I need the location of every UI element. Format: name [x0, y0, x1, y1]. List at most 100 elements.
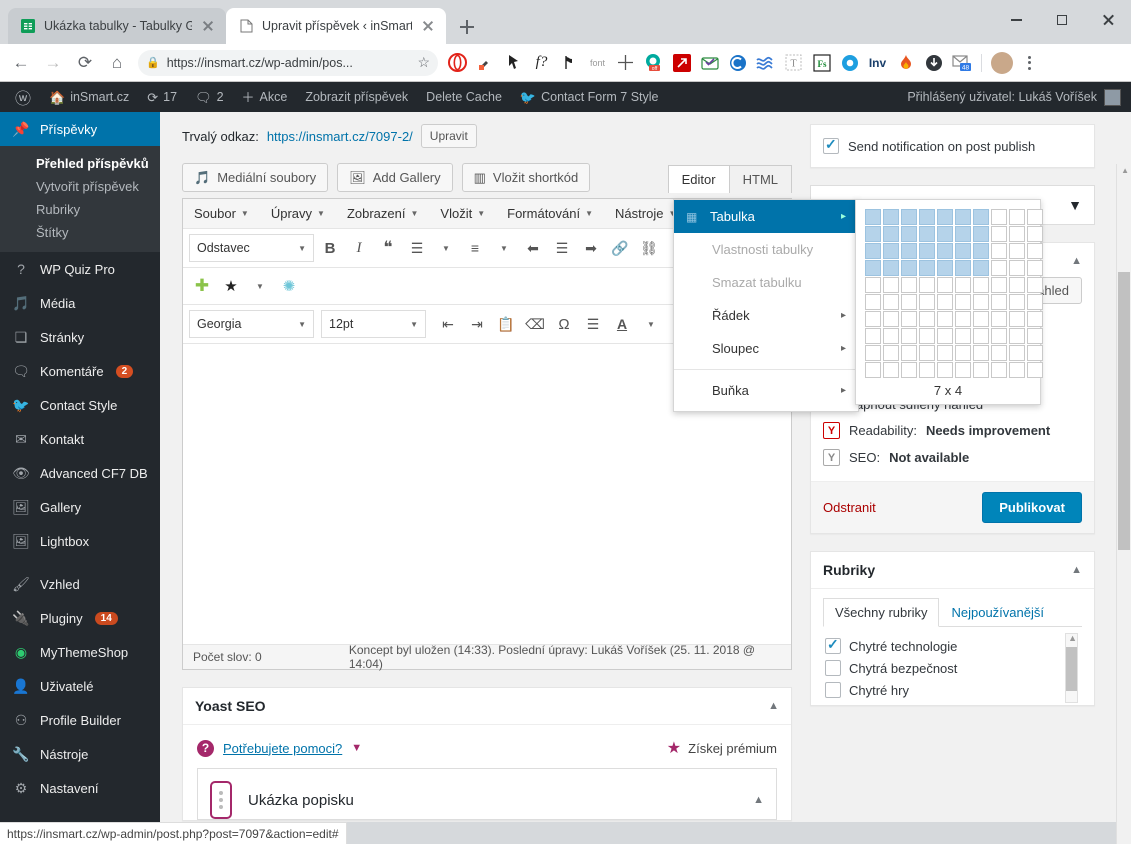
grid-cell[interactable] — [883, 362, 899, 378]
submenu-item-prehled[interactable]: Přehled příspěvků — [0, 152, 160, 175]
grid-cell[interactable] — [1027, 311, 1043, 327]
envelope-badge-icon[interactable]: 48 — [948, 49, 975, 76]
sidebar-item-gallery[interactable]: 🖼 Gallery — [0, 490, 160, 524]
tab-html-editor[interactable]: HTML — [729, 165, 792, 193]
mail-check-icon[interactable] — [696, 49, 723, 76]
maximize-button[interactable] — [1039, 0, 1085, 40]
grid-cell[interactable] — [955, 226, 971, 242]
grid-cell[interactable] — [865, 311, 881, 327]
grid-cell[interactable] — [865, 294, 881, 310]
align-right-button[interactable]: ➡ — [578, 235, 604, 261]
ghostery-off-icon[interactable]: off — [640, 49, 667, 76]
eyedropper-icon[interactable] — [472, 49, 499, 76]
font-icon[interactable]: font — [584, 49, 611, 76]
paste-as-text-button[interactable]: 📋 — [493, 311, 519, 337]
font-family-select[interactable]: Georgia▼ — [189, 310, 314, 338]
inv-icon[interactable]: Inv — [864, 49, 891, 76]
grid-cell[interactable] — [865, 226, 881, 242]
grid-cell[interactable] — [1027, 277, 1043, 293]
submenu-item-vytvorit[interactable]: Vytvořit příspěvek — [0, 175, 160, 198]
categories-header[interactable]: Rubriky ▲ — [811, 552, 1094, 589]
grid-cell[interactable] — [937, 260, 953, 276]
category-checkbox[interactable] — [825, 682, 841, 698]
grid-cell[interactable] — [1027, 328, 1043, 344]
insert-link-button[interactable]: 🔗 — [607, 235, 633, 261]
grid-cell[interactable] — [991, 345, 1007, 361]
close-icon[interactable] — [200, 18, 216, 34]
f-question-icon[interactable]: f? — [528, 49, 555, 76]
grid-cell[interactable] — [919, 277, 935, 293]
grid-cell[interactable] — [883, 277, 899, 293]
horizontal-line-button[interactable]: ☰ — [580, 311, 606, 337]
grid-cell[interactable] — [991, 311, 1007, 327]
wp-logo-item[interactable]: ⓦ — [6, 82, 40, 112]
sidebar-item-komentare[interactable]: 🗨 Komentáře 2 — [0, 354, 160, 388]
chevron-up-icon[interactable]: ▲ — [753, 794, 764, 806]
sidebar-item-prispevky[interactable]: 📌 Příspěvky — [0, 112, 160, 146]
remove-link-button[interactable]: ⛓ — [636, 235, 662, 261]
decrease-indent-button[interactable]: ⇤ — [435, 311, 461, 337]
grid-cell[interactable] — [865, 260, 881, 276]
grid-cell[interactable] — [901, 209, 917, 225]
opera-icon[interactable] — [444, 49, 471, 76]
grid-cell[interactable] — [937, 311, 953, 327]
grid-cell[interactable] — [1009, 328, 1025, 344]
italic-button[interactable]: I — [346, 235, 372, 261]
arrow-icon[interactable] — [668, 49, 695, 76]
category-item[interactable]: Chytré technologie — [825, 635, 1082, 657]
delete-link[interactable]: Odstranit — [823, 500, 876, 515]
tab-nejpouzivanejsi[interactable]: Nejpoužívanější — [939, 598, 1056, 627]
numbered-list-button[interactable]: ≡ — [462, 235, 488, 261]
publish-button[interactable]: Publikovat — [982, 492, 1082, 523]
grid-cell[interactable] — [991, 328, 1007, 344]
submenu-item-rubriky[interactable]: Rubriky — [0, 198, 160, 221]
grid-cell[interactable] — [955, 243, 971, 259]
c-circle-icon[interactable] — [724, 49, 751, 76]
grid-cell[interactable] — [883, 345, 899, 361]
grid-cell[interactable] — [1027, 362, 1043, 378]
format-select[interactable]: Odstavec▼ — [189, 234, 314, 262]
grid-cell[interactable] — [937, 277, 953, 293]
grid-cell[interactable] — [1027, 209, 1043, 225]
grid-cell[interactable] — [937, 243, 953, 259]
bold-button[interactable]: B — [317, 235, 343, 261]
contact-form-item[interactable]: 🐦 Contact Form 7 Style — [511, 82, 668, 112]
sidebar-item-advanced-cf7-db[interactable]: 👁 Advanced CF7 DB — [0, 456, 160, 490]
grid-cell[interactable] — [919, 209, 935, 225]
page-scroll-thumb[interactable] — [1118, 272, 1130, 550]
view-post-item[interactable]: Zobrazit příspěvek — [296, 82, 417, 112]
grid-cell[interactable] — [883, 243, 899, 259]
chevron-up-icon[interactable]: ▲ — [768, 700, 779, 712]
grid-cell[interactable] — [973, 328, 989, 344]
new-tab-button[interactable] — [450, 10, 484, 44]
chevron-up-icon[interactable]: ▲ — [1071, 564, 1082, 576]
grid-cell[interactable] — [973, 294, 989, 310]
t-icon[interactable]: T — [780, 49, 807, 76]
bookmark-star-icon[interactable]: ☆ — [417, 54, 430, 71]
grid-cell[interactable] — [973, 243, 989, 259]
grid-cell[interactable] — [919, 243, 935, 259]
send-notification-checkbox[interactable] — [823, 138, 839, 154]
cursor-icon[interactable] — [500, 49, 527, 76]
grid-cell[interactable] — [919, 294, 935, 310]
sidebar-item-nastaveni[interactable]: ⚙ Nastavení — [0, 771, 160, 805]
special-character-button[interactable]: Ω — [551, 311, 577, 337]
grid-cell[interactable] — [901, 294, 917, 310]
menu-item-sloupec[interactable]: Sloupec ▸ — [674, 332, 858, 365]
sidebar-item-pluginy[interactable]: 🔌 Pluginy 14 — [0, 601, 160, 635]
grid-cell[interactable] — [937, 362, 953, 378]
blue-eye-icon[interactable] — [836, 49, 863, 76]
sidebar-item-uzivatele[interactable]: 👤 Uživatelé — [0, 669, 160, 703]
align-left-button[interactable]: ⬅ — [520, 235, 546, 261]
flag-icon[interactable] — [556, 49, 583, 76]
grid-cell[interactable] — [1009, 277, 1025, 293]
grid-cell[interactable] — [955, 345, 971, 361]
close-icon[interactable] — [420, 18, 436, 34]
grid-cell[interactable] — [865, 345, 881, 361]
grid-cell[interactable] — [1027, 345, 1043, 361]
star-icon[interactable]: ★ — [218, 273, 244, 299]
grid-cell[interactable] — [991, 243, 1007, 259]
grid-cell[interactable] — [937, 209, 953, 225]
chrome-menu-icon[interactable] — [1016, 49, 1042, 76]
grid-cell[interactable] — [937, 226, 953, 242]
